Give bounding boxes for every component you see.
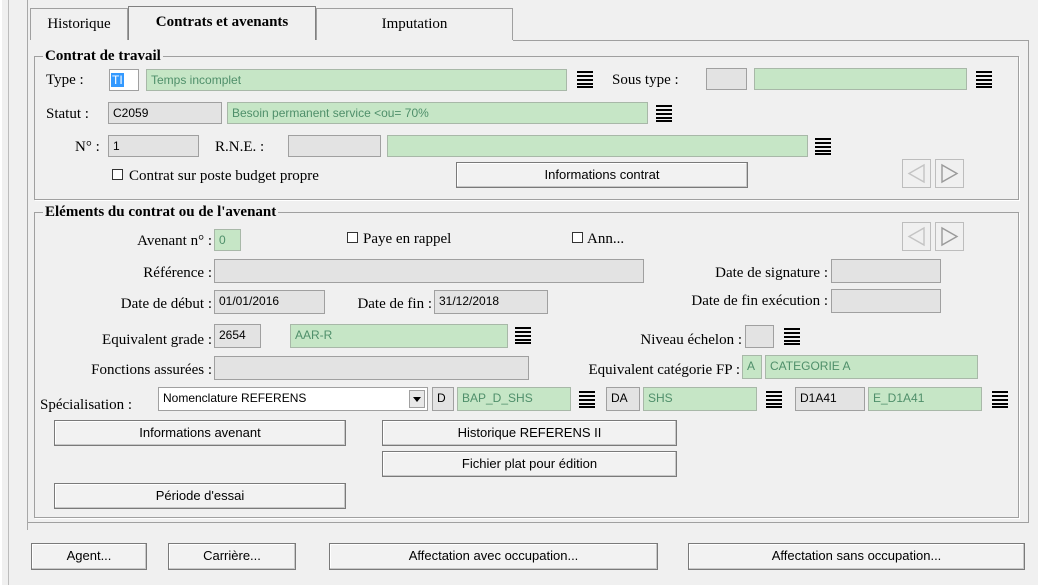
spec-emploi-list-icon[interactable]: [992, 390, 1008, 408]
tab-imputation[interactable]: Imputation: [316, 8, 513, 40]
spec-da-value-field: SHS: [643, 387, 757, 411]
niveau-echelon-label: Niveau échelon :: [640, 332, 742, 348]
specialisation-dropdown-button[interactable]: [409, 390, 425, 408]
type-value-field: Temps incomplet: [146, 69, 567, 91]
budget-propre-checkbox[interactable]: [112, 169, 123, 180]
date-fin-exec-field[interactable]: [831, 289, 941, 313]
sous-type-list-icon[interactable]: [976, 70, 992, 88]
chevron-down-icon: [413, 397, 421, 402]
agent-button[interactable]: Agent...: [31, 543, 147, 570]
fichier-plat-button[interactable]: Fichier plat pour édition: [382, 451, 677, 477]
spec-bap-value-field: BAP_D_SHS: [457, 387, 571, 411]
spec-emploi-value-field: E_D1A41: [868, 387, 982, 411]
type-code-field[interactable]: TI: [109, 69, 139, 91]
niveau-echelon-list-icon[interactable]: [784, 327, 800, 345]
triangle-right-icon: [941, 226, 959, 247]
rne-label: R.N.E. :: [215, 139, 265, 155]
equiv-cat-label: Equivalent catégorie FP :: [588, 362, 741, 378]
date-signature-label: Date de signature :: [715, 265, 828, 281]
triangle-right-icon: [941, 163, 959, 184]
spec-da-code-field[interactable]: DA: [606, 387, 640, 411]
equiv-grade-value-field: AAR-R: [290, 324, 508, 348]
date-debut-label: Date de début :: [120, 296, 212, 312]
specialisation-select[interactable]: Nomenclature REFERENS: [158, 387, 428, 411]
spec-bap-list-icon[interactable]: [579, 390, 595, 408]
informations-avenant-button[interactable]: Informations avenant: [54, 420, 346, 446]
equiv-grade-label: Equivalent grade :: [102, 332, 212, 348]
type-list-icon[interactable]: [577, 70, 593, 88]
specialisation-select-value: Nomenclature REFERENS: [163, 391, 307, 405]
specialisation-label: Spécialisation :: [40, 397, 133, 413]
avenant-no-label: Avenant n° :: [137, 233, 212, 249]
paye-rappel-checkbox[interactable]: [347, 232, 358, 243]
reference-field[interactable]: [214, 259, 644, 283]
avenant-no-field: 0: [214, 229, 241, 251]
tab-contrats-et-avenants[interactable]: Contrats et avenants: [128, 6, 316, 40]
periode-essai-button[interactable]: Période d'essai: [54, 483, 346, 509]
fonctions-field[interactable]: [214, 356, 529, 380]
informations-contrat-button[interactable]: Informations contrat: [456, 162, 748, 188]
paye-rappel-label: Paye en rappel: [363, 231, 452, 247]
niveau-echelon-field[interactable]: [745, 325, 774, 348]
equiv-grade-code-field[interactable]: 2654: [214, 324, 261, 348]
type-label: Type :: [46, 72, 84, 88]
avenant-next-button[interactable]: [935, 222, 964, 251]
contrat-group-title: Contrat de travail: [43, 47, 163, 65]
sous-type-code-field[interactable]: [706, 68, 747, 90]
fonctions-label: Fonctions assurées :: [91, 362, 212, 378]
statut-label: Statut :: [46, 106, 89, 122]
avenant-prev-button[interactable]: [902, 222, 931, 251]
type-code-selection: TI: [111, 73, 124, 87]
date-fin-exec-label: Date de fin exécution :: [691, 293, 828, 309]
spec-da-list-icon[interactable]: [766, 390, 782, 408]
window-left-border-dark: [8, 0, 9, 585]
tab-historique[interactable]: Historique: [30, 8, 128, 40]
historique-referens-button[interactable]: Historique REFERENS II: [382, 420, 677, 446]
affectation-avec-occupation-button[interactable]: Affectation avec occupation...: [329, 543, 658, 570]
ann-label: Ann...: [587, 231, 625, 247]
carriere-button[interactable]: Carrière...: [168, 543, 296, 570]
contrat-next-button[interactable]: [935, 159, 964, 188]
triangle-left-icon: [907, 163, 925, 184]
affectation-sans-occupation-button[interactable]: Affectation sans occupation...: [688, 543, 1025, 570]
avenant-group-title: Eléments du contrat ou de l'avenant: [43, 203, 279, 221]
rne-value-field: [387, 135, 808, 157]
reference-label: Référence :: [143, 265, 212, 281]
triangle-left-icon: [907, 226, 925, 247]
statut-value-field: Besoin permanent service <ou= 70%: [227, 102, 648, 124]
statut-code-field[interactable]: C2059: [108, 102, 222, 124]
equiv-cat-code-field: A: [742, 355, 762, 379]
date-debut-field[interactable]: 01/01/2016: [214, 290, 325, 314]
numero-label: N° :: [75, 139, 100, 155]
numero-field[interactable]: 1: [108, 135, 199, 157]
window-left-border: [0, 0, 2, 585]
rne-list-icon[interactable]: [815, 137, 831, 155]
equiv-grade-list-icon[interactable]: [515, 326, 531, 344]
budget-propre-label: Contrat sur poste budget propre: [129, 168, 319, 184]
spec-emploi-code-field[interactable]: D1A41: [795, 387, 865, 411]
contrat-prev-button[interactable]: [902, 159, 931, 188]
date-signature-field[interactable]: [831, 259, 941, 283]
date-fin-label: Date de fin :: [357, 296, 432, 312]
ann-checkbox[interactable]: [572, 232, 583, 243]
equiv-cat-value-field: CATEGORIE A: [765, 355, 978, 379]
sous-type-label: Sous type :: [612, 72, 679, 88]
spec-bap-code-field[interactable]: D: [432, 387, 454, 411]
sous-type-value-field: [754, 68, 967, 90]
date-fin-field[interactable]: 31/12/2018: [434, 290, 548, 314]
rne-code-field[interactable]: [288, 135, 381, 157]
statut-list-icon[interactable]: [656, 104, 672, 122]
